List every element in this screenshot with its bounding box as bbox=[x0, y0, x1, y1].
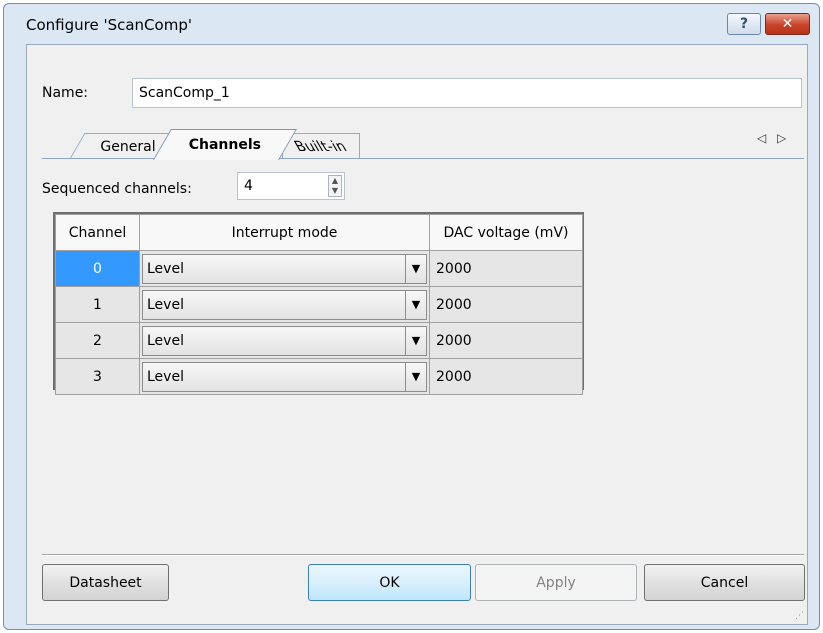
table-header: Channel Interrupt mode DAC voltage (mV) bbox=[55, 214, 583, 251]
interrupt-mode-value: Level bbox=[147, 332, 184, 349]
chevron-down-icon[interactable]: ▼ bbox=[405, 362, 426, 391]
sequenced-channels-label: Sequenced channels: bbox=[42, 181, 192, 197]
sequenced-channels-value[interactable]: 4 bbox=[244, 178, 253, 194]
channels-grid: Channel Interrupt mode DAC voltage (mV) … bbox=[53, 212, 584, 395]
tab-channels-label: Channels bbox=[188, 137, 261, 153]
tab-general-label: General bbox=[101, 138, 157, 155]
spin-buttons[interactable]: ▲ ▼ bbox=[328, 175, 342, 197]
tab-channels[interactable]: Channels bbox=[153, 129, 297, 160]
table-row[interactable]: 1 Level ▼ 2000 bbox=[55, 286, 583, 323]
interrupt-mode-value: Level bbox=[147, 368, 184, 385]
ok-button[interactable]: OK bbox=[308, 564, 471, 601]
interrupt-mode-cell[interactable]: Level ▼ bbox=[139, 358, 430, 395]
tab-built-in-label: Built-in bbox=[291, 138, 351, 155]
spin-up-icon[interactable]: ▲ bbox=[329, 176, 341, 186]
configure-dialog: Configure 'ScanComp' ? ✕ Name: ScanComp_… bbox=[3, 3, 820, 630]
table-row[interactable]: 3 Level ▼ 2000 bbox=[55, 358, 583, 395]
interrupt-mode-dropdown[interactable]: Level ▼ bbox=[142, 253, 427, 284]
channel-cell[interactable]: 3 bbox=[55, 358, 140, 395]
column-header-dac-voltage[interactable]: DAC voltage (mV) bbox=[429, 214, 583, 251]
interrupt-mode-dropdown[interactable]: Level ▼ bbox=[142, 361, 427, 392]
dialog-body: Name: ScanComp_1 General Channels Built-… bbox=[26, 44, 808, 625]
help-button[interactable]: ? bbox=[727, 13, 761, 35]
table-row[interactable]: 0 Level ▼ 2000 bbox=[55, 250, 583, 287]
dac-voltage-cell[interactable]: 2000 bbox=[429, 250, 583, 287]
sequenced-channels-stepper[interactable]: 4 ▲ ▼ bbox=[237, 172, 345, 200]
column-header-channel[interactable]: Channel bbox=[55, 214, 140, 251]
channel-cell[interactable]: 0 bbox=[55, 250, 140, 287]
dac-voltage-cell[interactable]: 2000 bbox=[429, 358, 583, 395]
resize-grip-icon[interactable]: ⋰ bbox=[795, 611, 804, 621]
tab-strip: General Channels Built-in bbox=[42, 127, 804, 160]
apply-button[interactable]: Apply bbox=[475, 564, 637, 601]
channel-cell[interactable]: 2 bbox=[55, 322, 140, 359]
button-separator bbox=[42, 554, 804, 556]
tab-prev-icon[interactable]: ◁ bbox=[757, 131, 766, 145]
tab-built-in[interactable]: Built-in bbox=[282, 133, 360, 159]
chevron-down-icon[interactable]: ▼ bbox=[405, 290, 426, 319]
help-icon: ? bbox=[739, 16, 749, 32]
close-button[interactable]: ✕ bbox=[765, 13, 810, 35]
channel-cell[interactable]: 1 bbox=[55, 286, 140, 323]
chevron-down-icon[interactable]: ▼ bbox=[405, 326, 426, 355]
interrupt-mode-cell[interactable]: Level ▼ bbox=[139, 250, 430, 287]
datasheet-button[interactable]: Datasheet bbox=[42, 564, 169, 601]
cancel-button[interactable]: Cancel bbox=[644, 564, 805, 601]
interrupt-mode-dropdown[interactable]: Level ▼ bbox=[142, 325, 427, 356]
interrupt-mode-cell[interactable]: Level ▼ bbox=[139, 286, 430, 323]
table-row[interactable]: 2 Level ▼ 2000 bbox=[55, 322, 583, 359]
interrupt-mode-value: Level bbox=[147, 296, 184, 313]
interrupt-mode-value: Level bbox=[147, 260, 184, 277]
dac-voltage-cell[interactable]: 2000 bbox=[429, 322, 583, 359]
name-label: Name: bbox=[42, 85, 89, 101]
channels-table: Channel Interrupt mode DAC voltage (mV) … bbox=[55, 214, 583, 395]
dac-voltage-cell[interactable]: 2000 bbox=[429, 286, 583, 323]
window-title: Configure 'ScanComp' bbox=[26, 16, 192, 34]
name-input[interactable]: ScanComp_1 bbox=[132, 78, 802, 108]
column-header-interrupt-mode[interactable]: Interrupt mode bbox=[139, 214, 430, 251]
chevron-down-icon[interactable]: ▼ bbox=[405, 254, 426, 283]
spin-down-icon[interactable]: ▼ bbox=[329, 186, 341, 196]
close-icon: ✕ bbox=[781, 16, 794, 32]
title-bar[interactable]: Configure 'ScanComp' ? ✕ bbox=[4, 4, 819, 44]
tab-next-icon[interactable]: ▷ bbox=[777, 131, 786, 145]
interrupt-mode-dropdown[interactable]: Level ▼ bbox=[142, 289, 427, 320]
interrupt-mode-cell[interactable]: Level ▼ bbox=[139, 322, 430, 359]
